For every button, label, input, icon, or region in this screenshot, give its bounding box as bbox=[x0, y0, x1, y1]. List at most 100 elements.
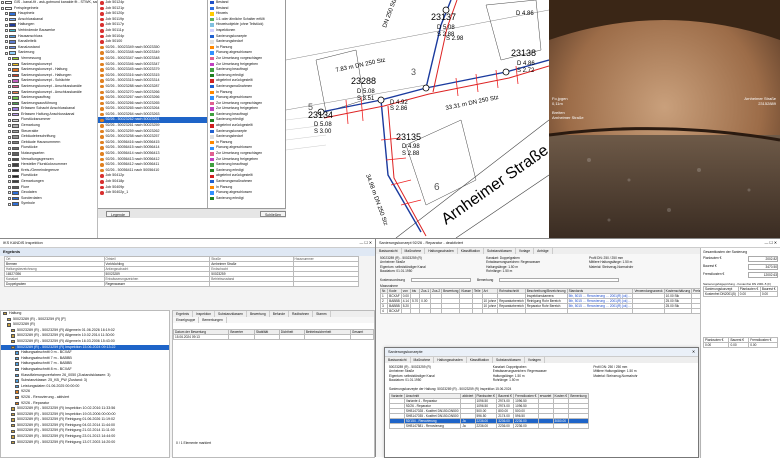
table-cell bbox=[525, 308, 567, 313]
field-cell[interactable] bbox=[293, 282, 358, 287]
layer-color-swatch bbox=[9, 23, 16, 26]
table-row[interactable]: SHB147581 - RenovierungJa2236.002236.002… bbox=[390, 423, 589, 428]
tree-checkbox[interactable] bbox=[8, 57, 11, 60]
tree-checkbox[interactable] bbox=[8, 186, 11, 189]
popup-tab[interactable]: Maßnahme bbox=[411, 357, 435, 363]
table-row[interactable]: 15.06.2024 09:13 bbox=[174, 335, 374, 340]
layer-color-swatch bbox=[12, 74, 19, 77]
tree-checkbox[interactable] bbox=[8, 63, 11, 66]
legend-swatch-icon bbox=[210, 119, 214, 122]
map-view[interactable]: 23137 D 5.08 S 2.88 23288 D 5.08 S 3.51 … bbox=[286, 0, 549, 238]
list-item[interactable]: Job 50402p_1 bbox=[98, 190, 207, 196]
table-cell: 2236.00 bbox=[497, 423, 514, 428]
tree-checkbox[interactable] bbox=[8, 130, 11, 133]
item-icon bbox=[11, 413, 15, 416]
table-row[interactable]: 4BCXAF bbox=[381, 308, 702, 313]
tree-checkbox[interactable] bbox=[8, 80, 11, 83]
popup-tab[interactable]: Haltungsschaden bbox=[434, 357, 466, 363]
inspection-tree[interactable]: Haltung50023289 (R) - 50023259 (R) [P]50… bbox=[0, 310, 170, 458]
tree-checkbox[interactable] bbox=[8, 74, 11, 77]
status-dot-icon bbox=[100, 169, 104, 173]
tree-checkbox[interactable] bbox=[5, 46, 8, 49]
san-tab[interactable]: Basisansicht bbox=[376, 248, 402, 254]
inspection-tab[interactable]: Befunde bbox=[270, 311, 289, 317]
item-icon bbox=[15, 396, 19, 399]
tree-checkbox[interactable] bbox=[8, 164, 11, 167]
inspection-tree-item[interactable]: 50023289 (R) - 50023259 (R) Reinigung 13… bbox=[1, 440, 169, 446]
tree-checkbox[interactable] bbox=[1, 1, 4, 4]
status-dot-icon bbox=[100, 23, 104, 27]
tree-checkbox[interactable] bbox=[5, 18, 8, 21]
popup-tab[interactable]: Substanzklassen bbox=[493, 357, 525, 363]
tree-checkbox[interactable] bbox=[5, 52, 8, 55]
inspection-subtab[interactable]: Einzelgruppe bbox=[173, 317, 199, 323]
san-tab[interactable]: Klassifikation bbox=[458, 248, 484, 254]
inspection-subtab[interactable]: Bemerkungen bbox=[199, 317, 227, 323]
table-row: SanierungskonzeptPlanksoten €Baurest € bbox=[704, 287, 778, 292]
window-controls[interactable]: — ☐ ✕ bbox=[360, 239, 376, 247]
tree-checkbox[interactable] bbox=[8, 147, 11, 150]
info-cell bbox=[589, 269, 692, 273]
tree-checkbox[interactable] bbox=[8, 136, 11, 139]
tree-checkbox[interactable] bbox=[8, 85, 11, 88]
tree-checkbox[interactable] bbox=[5, 35, 8, 38]
layer-color-swatch bbox=[12, 124, 19, 127]
tree-checkbox[interactable] bbox=[8, 180, 11, 183]
status-dot-icon bbox=[100, 191, 104, 195]
san-tab[interactable]: Maßnahme bbox=[402, 248, 426, 254]
tree-checkbox[interactable] bbox=[8, 119, 11, 122]
tree-checkbox[interactable] bbox=[8, 152, 11, 155]
san-window-controls[interactable]: — ☐ ✕ bbox=[765, 239, 780, 247]
cost-assignment-field[interactable] bbox=[411, 278, 471, 282]
table-cell: SHB147028 - Kostfrei DN150-DN500 bbox=[404, 408, 460, 413]
tree-checkbox[interactable] bbox=[8, 108, 11, 111]
item-icon bbox=[15, 362, 19, 365]
status-dot-icon bbox=[100, 163, 104, 167]
remark-field[interactable] bbox=[499, 278, 619, 282]
layer-color-swatch bbox=[12, 175, 19, 178]
tree-checkbox[interactable] bbox=[8, 158, 11, 161]
tree-checkbox[interactable] bbox=[8, 191, 11, 194]
close-button[interactable]: Schließen bbox=[260, 211, 286, 217]
san-tab[interactable]: Vorlage bbox=[516, 248, 534, 254]
field-cell[interactable] bbox=[210, 282, 293, 287]
tree-checkbox[interactable] bbox=[8, 68, 11, 71]
popup-tab[interactable]: Basisansicht bbox=[385, 357, 411, 363]
tree-checkbox[interactable] bbox=[8, 96, 11, 99]
item-icon bbox=[15, 374, 19, 377]
tree-checkbox[interactable] bbox=[1, 7, 4, 10]
inspection-tab[interactable]: Stamm bbox=[313, 311, 330, 317]
san-info: 50023289 (R) - 50023259 (R)Kanalart: Dop… bbox=[376, 254, 696, 276]
tree-checkbox[interactable] bbox=[8, 169, 11, 172]
san-tab[interactable]: Haltungsschaden bbox=[425, 248, 457, 254]
layer-color-swatch bbox=[12, 57, 19, 60]
tree-checkbox[interactable] bbox=[5, 24, 8, 27]
field-cell[interactable]: Regenwasser bbox=[104, 282, 210, 287]
popup-close-icon[interactable]: ✕ bbox=[692, 348, 698, 356]
table-cell bbox=[633, 308, 664, 313]
tree-checkbox[interactable] bbox=[8, 91, 11, 94]
tree-checkbox[interactable] bbox=[5, 29, 8, 32]
tree-checkbox[interactable] bbox=[8, 197, 11, 200]
popup-tab[interactable]: Vorlagen bbox=[525, 357, 545, 363]
tree-checkbox[interactable] bbox=[8, 175, 11, 178]
tree-checkbox[interactable] bbox=[8, 203, 11, 206]
tree-item-label: Symbole bbox=[21, 201, 35, 207]
tree-item[interactable]: Symbole bbox=[0, 201, 97, 207]
tree-checkbox[interactable] bbox=[8, 102, 11, 105]
san-tab[interactable]: Anträge bbox=[534, 248, 553, 254]
tree-checkbox[interactable] bbox=[5, 12, 8, 15]
table-cell: BCXAF bbox=[388, 308, 402, 313]
legend-swatch-icon bbox=[210, 175, 214, 178]
tree-checkbox[interactable] bbox=[8, 113, 11, 116]
field-cell[interactable]: Doppelgraben bbox=[5, 282, 105, 287]
layer-color-swatch bbox=[12, 163, 19, 166]
tree-checkbox[interactable] bbox=[8, 124, 11, 127]
legend-button[interactable]: Legende bbox=[106, 211, 130, 217]
san-tab[interactable]: Substanzklassen bbox=[484, 248, 516, 254]
popup-tab[interactable]: Klassifikation bbox=[467, 357, 493, 363]
inspection-tab[interactable]: Bewertung bbox=[247, 311, 270, 317]
tree-checkbox[interactable] bbox=[8, 141, 11, 144]
tree-checkbox[interactable] bbox=[5, 40, 8, 43]
inspection-tab[interactable]: Radbahnen bbox=[289, 311, 313, 317]
